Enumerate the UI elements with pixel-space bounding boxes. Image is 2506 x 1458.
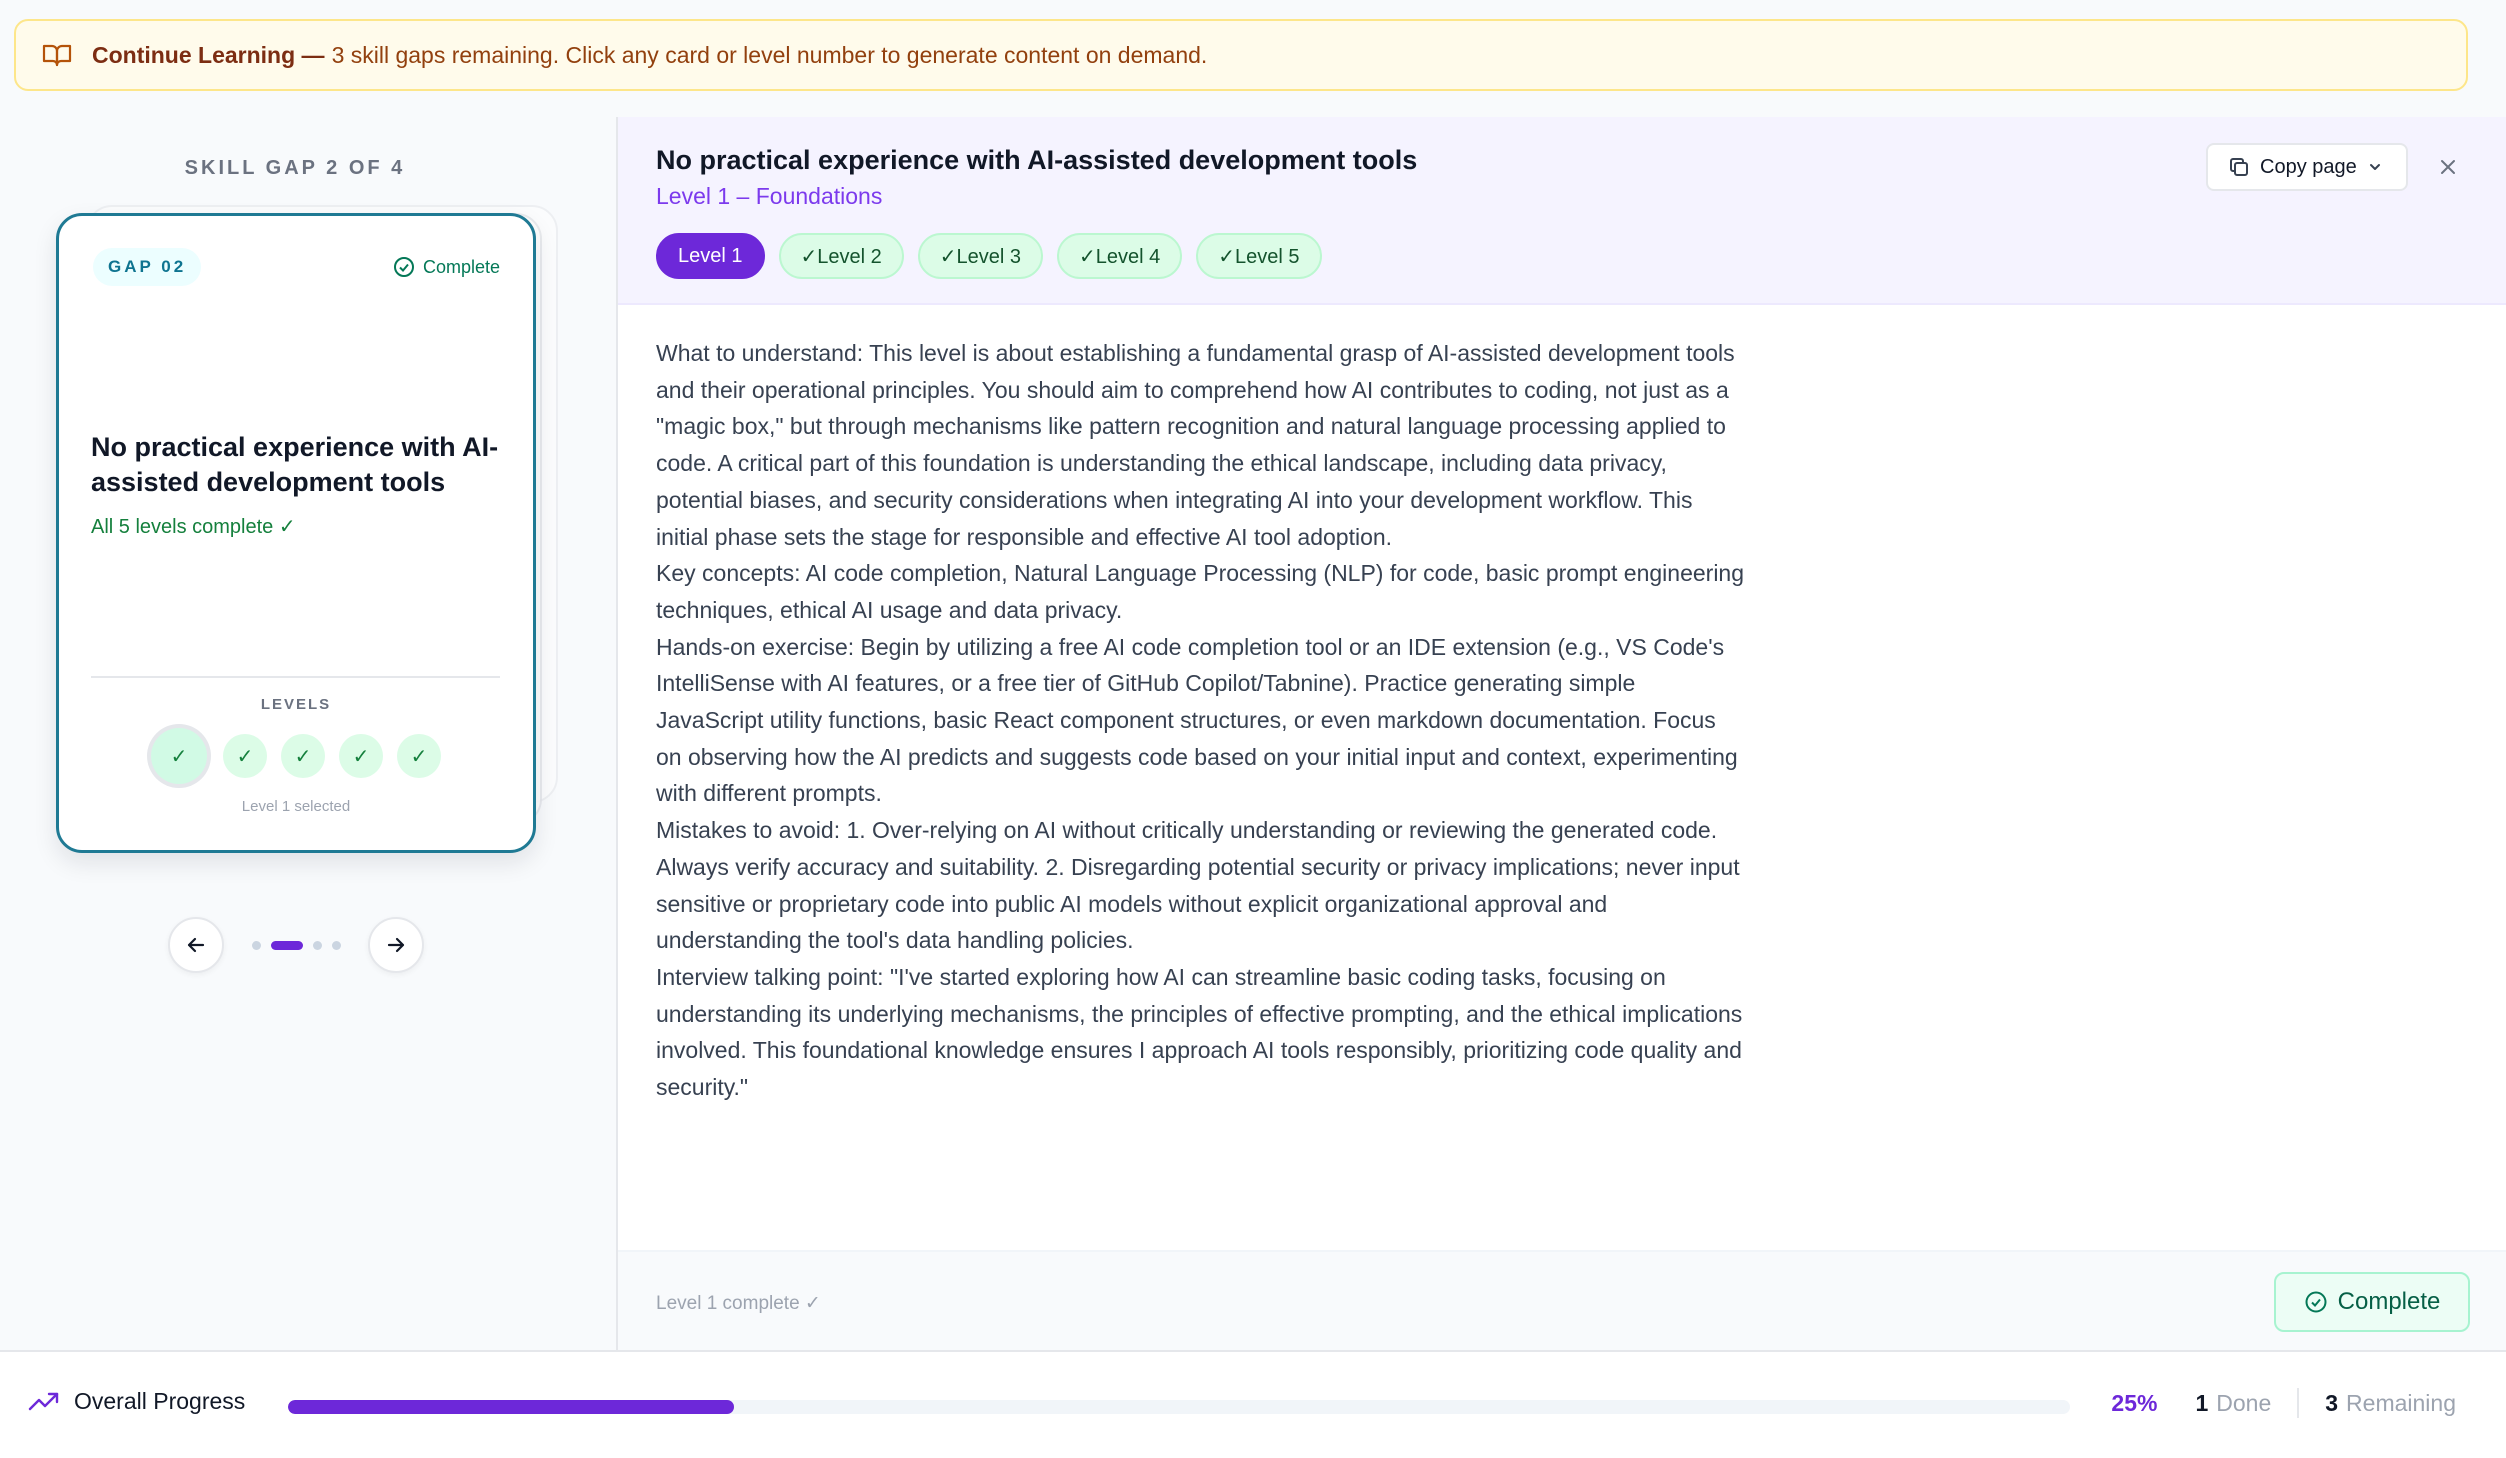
complete-button-label: Complete (2337, 1288, 2441, 1315)
section-what-to-understand: What to understand: This level is about … (656, 340, 1735, 550)
skill-gap-carousel: SKILL GAP 2 OF 4 GAP 02 Complete No prac… (0, 117, 616, 1350)
arrow-left-icon (187, 937, 205, 953)
level-tabs: Level 1 ✓Level 2 ✓Level 3 ✓Level 4 ✓Leve… (656, 233, 1322, 279)
chevron-down-icon (2367, 159, 2383, 175)
level-complete-note: Level 1 complete ✓ (656, 1293, 821, 1314)
book-open-icon (42, 43, 72, 67)
section-hands-on-exercise: Hands-on exercise: Begin by utilizing a … (656, 633, 1738, 807)
level-dot-2[interactable]: ✓ (223, 734, 267, 778)
remaining-label: Remaining (2346, 1389, 2456, 1416)
levels-label: LEVELS (260, 696, 332, 713)
carousel-nav (168, 917, 424, 973)
panel-header: No practical experience with AI-assisted… (618, 117, 2506, 305)
level-dot-1[interactable]: ✓ (151, 728, 207, 784)
section-key-concepts: Key concepts: AI code completion, Natura… (656, 560, 1745, 623)
copy-page-label: Copy page (2260, 155, 2357, 178)
section-mistakes-to-avoid: Mistakes to avoid: 1. Over-relying on AI… (656, 817, 1740, 954)
gap-badge: GAP 02 (93, 248, 202, 286)
close-button[interactable] (2430, 149, 2466, 185)
stats-divider (2297, 1388, 2300, 1418)
tab-level-2[interactable]: ✓Level 2 (778, 233, 904, 279)
banner-message: 3 skill gaps remaining. Click any card o… (331, 41, 1208, 68)
level-dot-4[interactable]: ✓ (339, 734, 383, 778)
pager-dot-2[interactable] (270, 940, 303, 950)
pager-dot-4[interactable] (331, 940, 341, 950)
check-circle-icon (2304, 1290, 2328, 1314)
card-title: No practical experience with AI-assisted… (91, 432, 499, 497)
copy-icon (2228, 156, 2250, 178)
done-count: 1 (2195, 1389, 2209, 1416)
level-dot-5[interactable]: ✓ (397, 734, 441, 778)
pager-dot-3[interactable] (312, 940, 322, 950)
progress-percent: 25% (2111, 1389, 2158, 1416)
arrow-right-icon (387, 937, 405, 953)
progress-stats: 25% 1 Done 3 Remaining (2111, 1388, 2456, 1418)
card-divider (91, 676, 500, 678)
banner-title: Continue Learning — (92, 41, 325, 68)
tab-level-1[interactable]: Level 1 (656, 233, 765, 279)
panel-title: No practical experience with AI-assisted… (656, 145, 1418, 175)
trending-up-icon (28, 1391, 60, 1413)
card-subtitle: All 5 levels complete ✓ (91, 516, 296, 538)
level-dots: ✓ ✓ ✓ ✓ ✓ (59, 726, 533, 786)
close-icon (2441, 160, 2455, 174)
panel-footer: Level 1 complete ✓ Complete (618, 1250, 2506, 1350)
level-dot-3[interactable]: ✓ (281, 734, 325, 778)
progress-label: Overall Progress (28, 1388, 245, 1415)
card-status-label: Complete (422, 256, 500, 277)
pager-dot-1[interactable] (251, 940, 261, 950)
continue-learning-banner: Continue Learning — 3 skill gaps remaini… (14, 19, 2468, 91)
tab-level-4[interactable]: ✓Level 4 (1057, 233, 1183, 279)
progress-label-text: Overall Progress (74, 1388, 246, 1414)
overall-progress-bar: Overall Progress 25% 1 Done 3 Remaining (0, 1350, 2506, 1458)
progress-fill (288, 1400, 734, 1414)
remaining-count: 3 (2325, 1389, 2339, 1416)
done-label: Done (2216, 1389, 2272, 1416)
section-interview-talking-point: Interview talking point: "I've started e… (656, 963, 1743, 1101)
panel-subtitle: Level 1 – Foundations (656, 183, 883, 209)
prev-button[interactable] (168, 917, 224, 973)
check-circle-icon (393, 256, 415, 278)
progress-track (288, 1400, 2070, 1414)
next-button[interactable] (368, 917, 424, 973)
complete-button[interactable]: Complete (2274, 1272, 2470, 1332)
copy-page-button[interactable]: Copy page (2206, 143, 2408, 191)
level-selected-note: Level 1 selected (241, 798, 351, 815)
tab-level-5[interactable]: ✓Level 5 (1196, 233, 1322, 279)
skill-gap-card[interactable]: GAP 02 Complete No practical experience … (56, 213, 536, 853)
carousel-pager (251, 940, 341, 950)
card-status: Complete (393, 256, 500, 278)
skill-gap-counter: SKILL GAP 2 OF 4 (184, 157, 406, 179)
content-panel: No practical experience with AI-assisted… (618, 117, 2506, 1350)
tab-level-3[interactable]: ✓Level 3 (917, 233, 1043, 279)
lesson-content: What to understand: This level is about … (656, 335, 1746, 1106)
